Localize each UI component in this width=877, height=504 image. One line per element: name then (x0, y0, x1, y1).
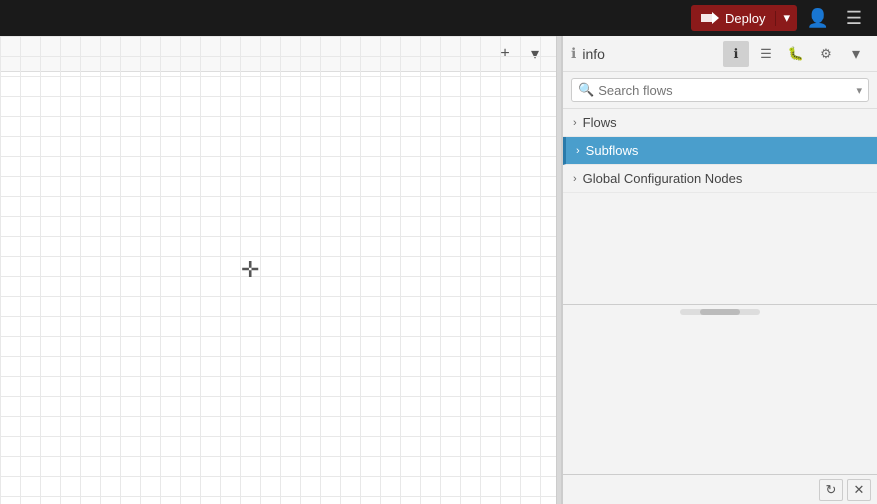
close-icon: ✕ (854, 482, 865, 498)
panel-header: ℹ info ℹ ☰ 🐛 ⚙ ▾ (563, 36, 877, 72)
chevron-down-icon: ▾ (783, 10, 790, 26)
deploy-label: Deploy (725, 11, 765, 26)
tab-settings-button[interactable]: ⚙ (813, 41, 839, 67)
tree-item-global-config[interactable]: › Global Configuration Nodes (563, 165, 877, 193)
chevron-right-icon: › (576, 145, 580, 157)
canvas-area: + ▾ ✛ (0, 36, 556, 504)
deploy-icon (701, 12, 719, 24)
hamburger-icon: ☰ (846, 8, 862, 29)
tree-item-label: Global Configuration Nodes (583, 171, 743, 186)
scrollbar-thumb (700, 309, 740, 315)
tab-more-button[interactable]: ▾ (843, 41, 869, 67)
tree-item-label: Subflows (586, 143, 639, 158)
search-dropdown-icon: ▾ (856, 85, 862, 97)
canvas-crosshair: ✛ (241, 257, 259, 283)
deploy-dropdown-arrow[interactable]: ▾ (776, 10, 797, 26)
main-layout: + ▾ ✛ ℹ info ℹ ☰ 🐛 ⚙ (0, 36, 877, 504)
close-panel-button[interactable]: ✕ (847, 479, 871, 501)
tab-info-button[interactable]: ℹ (723, 41, 749, 67)
right-panel: ℹ info ℹ ☰ 🐛 ⚙ ▾ 🔍 ▾ (562, 36, 877, 504)
panel-title: info (582, 46, 719, 62)
info-icon: ℹ (734, 46, 739, 62)
chevron-right-icon: › (573, 117, 577, 129)
deploy-button[interactable]: Deploy ▾ (691, 5, 797, 31)
list-icon: ☰ (760, 46, 772, 62)
tab-list-button[interactable]: ☰ (753, 41, 779, 67)
panel-info-icon: ℹ (571, 45, 576, 62)
gear-icon: ⚙ (820, 46, 832, 62)
search-icon: 🔍 (578, 82, 594, 98)
scrollbar-track[interactable] (680, 309, 760, 315)
bug-icon: 🐛 (788, 46, 804, 62)
refresh-icon: ↻ (826, 482, 837, 498)
tab-debug-button[interactable]: 🐛 (783, 41, 809, 67)
panel-bottom (563, 304, 877, 474)
search-input[interactable] (598, 83, 852, 98)
search-input-wrap: 🔍 ▾ (571, 78, 869, 102)
user-button[interactable]: 👤 (803, 5, 833, 31)
tree-list: › Flows › Subflows › Global Configuratio… (563, 109, 877, 304)
menu-button[interactable]: ☰ (839, 5, 869, 31)
tree-item-flows[interactable]: › Flows (563, 109, 877, 137)
refresh-button[interactable]: ↻ (819, 479, 843, 501)
more-chevron-icon: ▾ (852, 44, 860, 64)
search-bar: 🔍 ▾ (563, 72, 877, 109)
canvas-grid[interactable]: ✛ (0, 36, 556, 504)
tree-item-label: Flows (583, 115, 617, 130)
user-icon: 👤 (807, 8, 829, 29)
navbar: Deploy ▾ 👤 ☰ (0, 0, 877, 36)
search-dropdown-button[interactable]: ▾ (856, 84, 862, 97)
panel-footer: ↻ ✕ (563, 474, 877, 504)
chevron-right-icon: › (573, 173, 577, 185)
tree-item-subflows[interactable]: › Subflows (563, 137, 877, 165)
